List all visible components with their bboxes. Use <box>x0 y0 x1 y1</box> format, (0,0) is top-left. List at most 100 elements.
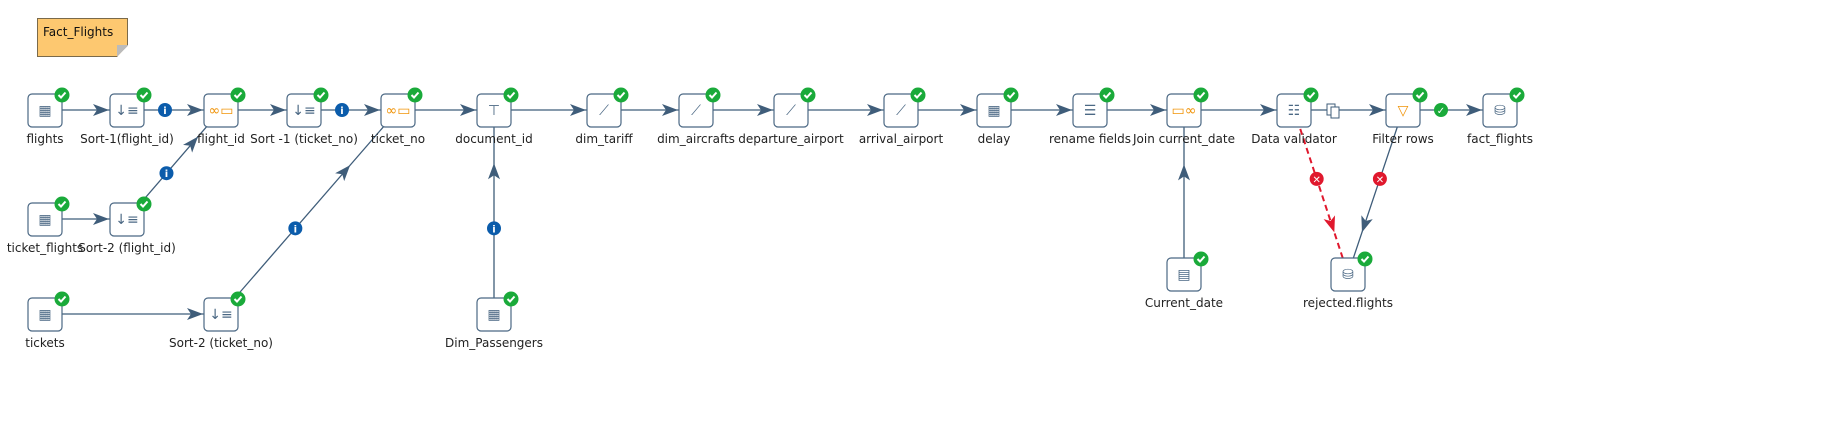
step-label: Join current_date <box>1132 132 1235 146</box>
step-label: rename fields <box>1049 132 1131 146</box>
table-input-icon: ▦ <box>38 103 51 119</box>
transformation-canvas[interactable]: i i ✓ i i i ✕ ✕ ▦ flights ↓≡ Sort-1(flight_id) ∞▭ fli… <box>0 0 1848 427</box>
table-input-icon: ▦ <box>38 307 51 323</box>
success-check-icon <box>230 87 246 103</box>
lookup-chart-icon: ⟋ <box>599 103 609 119</box>
step-sort2t[interactable]: ↓≡ Sort-2 (ticket_no) <box>169 291 273 351</box>
step-document_id[interactable]: ⊤ document_id <box>455 87 533 147</box>
table-output-icon: ⛁ <box>1342 267 1354 283</box>
step-flight_id[interactable]: ∞▭ flight_id <box>197 87 246 147</box>
step-tickets[interactable]: ▦ tickets <box>25 291 70 351</box>
step-label: Sort-2 (ticket_no) <box>169 336 273 350</box>
success-check-icon <box>705 87 721 103</box>
calculator-icon: ▦ <box>987 103 1000 119</box>
ok-hop-icon[interactable]: ✓ <box>1434 103 1448 117</box>
step-rename[interactable]: ☰ rename fields <box>1049 87 1131 147</box>
svg-text:i: i <box>340 106 343 117</box>
merge-join-icon: ∞▭ <box>209 103 234 119</box>
table-output-icon: ⛁ <box>1494 103 1506 119</box>
step-sort2f[interactable]: ↓≡ Sort-2 (flight_id) <box>78 196 176 256</box>
info-hop-icon[interactable]: i <box>487 221 501 236</box>
step-dim_tariff[interactable]: ⟋ dim_tariff <box>575 87 633 147</box>
select-values-icon: ☰ <box>1084 103 1097 119</box>
lookup-chart-icon: ⟋ <box>786 103 796 119</box>
data-validator-icon: ☷ <box>1288 103 1301 119</box>
step-dim_aircrafts[interactable]: ⟋ dim_aircrafts <box>657 87 735 147</box>
step-label: dim_tariff <box>575 132 633 146</box>
step-label: tickets <box>25 336 65 350</box>
join-rows-icon: ▭∞ <box>1172 103 1197 119</box>
step-fact_flights[interactable]: ⛁ fact_flights <box>1467 87 1533 147</box>
step-label: Current_date <box>1145 296 1223 310</box>
arrowhead-icon <box>335 165 351 182</box>
step-delay[interactable]: ▦ delay <box>976 87 1019 147</box>
success-check-icon <box>1003 87 1019 103</box>
svg-text:i: i <box>492 224 495 235</box>
success-check-icon <box>613 87 629 103</box>
step-label: Sort -1 (ticket_no) <box>250 132 358 146</box>
table-input-icon: ▦ <box>38 212 51 228</box>
error-hop-icon[interactable]: ✕ <box>1309 171 1324 186</box>
success-check-icon <box>503 87 519 103</box>
success-check-icon <box>1412 87 1428 103</box>
success-check-icon <box>1193 87 1209 103</box>
step-label: flight_id <box>197 132 245 146</box>
svg-text:✓: ✓ <box>1437 106 1445 117</box>
lookup-chart-icon: ⟋ <box>691 103 701 119</box>
dimension-lookup-icon: ⊤ <box>488 103 500 119</box>
svg-text:✕: ✕ <box>1376 175 1384 186</box>
error-hop-icon[interactable]: ✕ <box>1372 171 1387 186</box>
info-hop-icon[interactable]: i <box>288 221 303 236</box>
sort-icon: ↓≡ <box>292 103 315 119</box>
svg-text:i: i <box>163 106 166 117</box>
merge-join-icon: ∞▭ <box>386 103 411 119</box>
step-label: Sort-1(flight_id) <box>80 132 174 146</box>
svg-text:✕: ✕ <box>1312 175 1320 186</box>
step-label: dim_aircrafts <box>657 132 735 146</box>
sort-icon: ↓≡ <box>115 103 138 119</box>
step-ticket_flights[interactable]: ▦ ticket_flights <box>7 196 83 256</box>
step-current_date[interactable]: ▤ Current_date <box>1145 251 1223 311</box>
step-ticket_no[interactable]: ∞▭ ticket_no <box>371 87 425 147</box>
filter-icon: ▽ <box>1398 103 1409 119</box>
step-departure_airport[interactable]: ⟋ departure_airport <box>738 87 844 147</box>
hop-tickets-to-sort2t[interactable] <box>45 308 221 320</box>
step-arrival_airport[interactable]: ⟋ arrival_airport <box>859 87 944 147</box>
step-label: Filter rows <box>1372 132 1434 146</box>
sort-icon: ↓≡ <box>209 307 232 323</box>
step-filter[interactable]: ▽ Filter rows <box>1372 87 1434 147</box>
success-check-icon <box>1193 251 1209 267</box>
success-check-icon <box>407 87 423 103</box>
step-dim_passengers[interactable]: ▦ Dim_Passengers <box>445 291 543 351</box>
step-label: flights <box>26 132 63 146</box>
step-flights[interactable]: ▦ flights <box>26 87 70 147</box>
arrowhead-icon <box>183 136 199 153</box>
step-label: fact_flights <box>1467 132 1533 146</box>
step-label: Sort-2 (flight_id) <box>78 241 176 255</box>
success-check-icon <box>54 196 70 212</box>
step-label: departure_airport <box>738 132 844 146</box>
svg-text:i: i <box>165 169 168 180</box>
info-hop-icon[interactable]: i <box>158 103 172 117</box>
success-check-icon <box>910 87 926 103</box>
step-rejected[interactable]: ⛁ rejected.flights <box>1303 251 1393 311</box>
step-label: Dim_Passengers <box>445 336 543 350</box>
step-label: delay <box>978 132 1011 146</box>
step-label: Data validator <box>1251 132 1337 146</box>
copy-hop-icon[interactable] <box>1326 103 1340 119</box>
success-check-icon <box>136 196 152 212</box>
step-label: arrival_airport <box>859 132 944 146</box>
system-info-icon: ▤ <box>1177 267 1190 283</box>
step-validator[interactable]: ☷ Data validator <box>1251 87 1337 147</box>
step-label: ticket_flights <box>7 241 83 255</box>
svg-text:i: i <box>294 224 297 235</box>
table-input-icon: ▦ <box>487 307 500 323</box>
step-joincd[interactable]: ▭∞ Join current_date <box>1132 87 1235 147</box>
info-hop-icon[interactable]: i <box>159 166 174 181</box>
step-label: rejected.flights <box>1303 296 1393 310</box>
success-check-icon <box>800 87 816 103</box>
step-sort1f[interactable]: ↓≡ Sort-1(flight_id) <box>80 87 174 147</box>
info-hop-icon[interactable]: i <box>335 103 349 117</box>
success-check-icon <box>1357 251 1373 267</box>
success-check-icon <box>313 87 329 103</box>
